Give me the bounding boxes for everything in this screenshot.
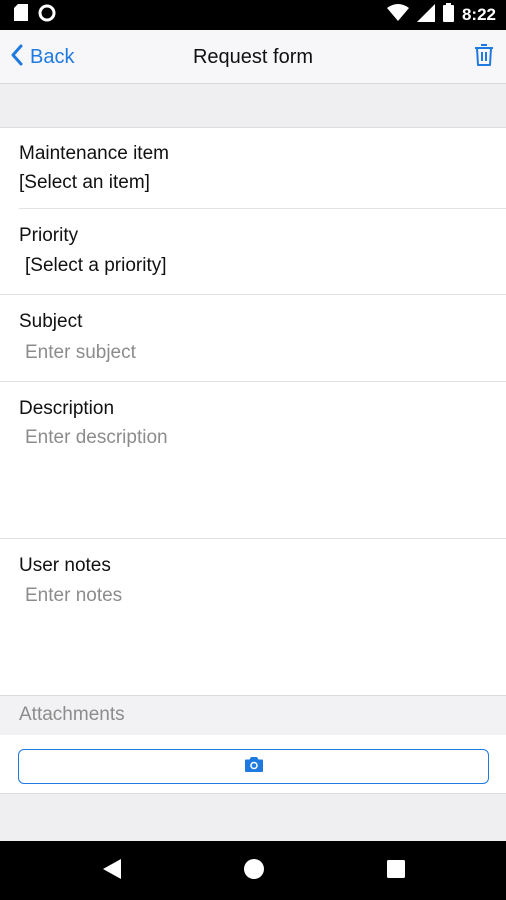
back-triangle-icon xyxy=(102,858,122,885)
system-back-button[interactable] xyxy=(100,858,124,885)
recents-square-icon xyxy=(386,859,406,884)
delete-button[interactable] xyxy=(470,43,498,71)
description-field[interactable]: Description Enter description xyxy=(0,382,506,539)
page-title: Request form xyxy=(192,46,314,68)
header-spacer xyxy=(0,84,506,128)
description-label: Description xyxy=(19,398,115,419)
user-notes-input[interactable]: Enter notes xyxy=(25,585,122,607)
system-recents-button[interactable] xyxy=(384,859,408,883)
header: Request form Back xyxy=(0,30,506,84)
trash-icon xyxy=(474,43,494,72)
subject-field[interactable]: Subject Enter subject xyxy=(0,295,506,382)
request-form: Maintenance item [Select an item] Priori… xyxy=(0,128,506,695)
back-label: Back xyxy=(30,45,75,68)
description-input[interactable]: Enter description xyxy=(25,427,168,449)
status-bar: 8:22 xyxy=(0,0,506,30)
wifi-icon xyxy=(386,3,409,27)
status-time: 8:22 xyxy=(461,5,496,24)
cellular-signal-icon xyxy=(416,3,435,27)
maintenance-item-select[interactable]: [Select an item] xyxy=(19,172,150,194)
maintenance-item-label: Maintenance item xyxy=(19,143,169,164)
camera-icon xyxy=(244,756,263,777)
attachments-section-header: Attachments xyxy=(0,695,506,735)
system-navigation-bar xyxy=(0,841,506,900)
attachments-area xyxy=(0,735,506,794)
bottom-spacer xyxy=(0,794,506,841)
battery-icon xyxy=(442,3,454,27)
subject-input[interactable]: Enter subject xyxy=(25,342,136,364)
user-notes-field[interactable]: User notes Enter notes xyxy=(0,539,506,695)
add-photo-button[interactable] xyxy=(18,749,489,784)
sd-card-icon xyxy=(14,4,28,26)
user-notes-label: User notes xyxy=(19,555,111,576)
status-left-icons xyxy=(14,4,56,27)
priority-label: Priority xyxy=(19,225,79,246)
back-button[interactable]: Back xyxy=(10,43,74,71)
attachments-label: Attachments xyxy=(19,704,125,725)
subject-label: Subject xyxy=(19,311,83,332)
circle-notification-icon xyxy=(38,4,56,27)
chevron-left-icon xyxy=(10,44,24,71)
maintenance-item-field[interactable]: Maintenance item [Select an item] xyxy=(0,128,506,209)
status-right-icons: 8:22 xyxy=(386,3,496,27)
system-home-button[interactable] xyxy=(242,858,266,885)
priority-field[interactable]: Priority [Select a priority] xyxy=(0,209,506,295)
home-circle-icon xyxy=(243,858,265,885)
priority-select[interactable]: [Select a priority] xyxy=(25,255,167,277)
